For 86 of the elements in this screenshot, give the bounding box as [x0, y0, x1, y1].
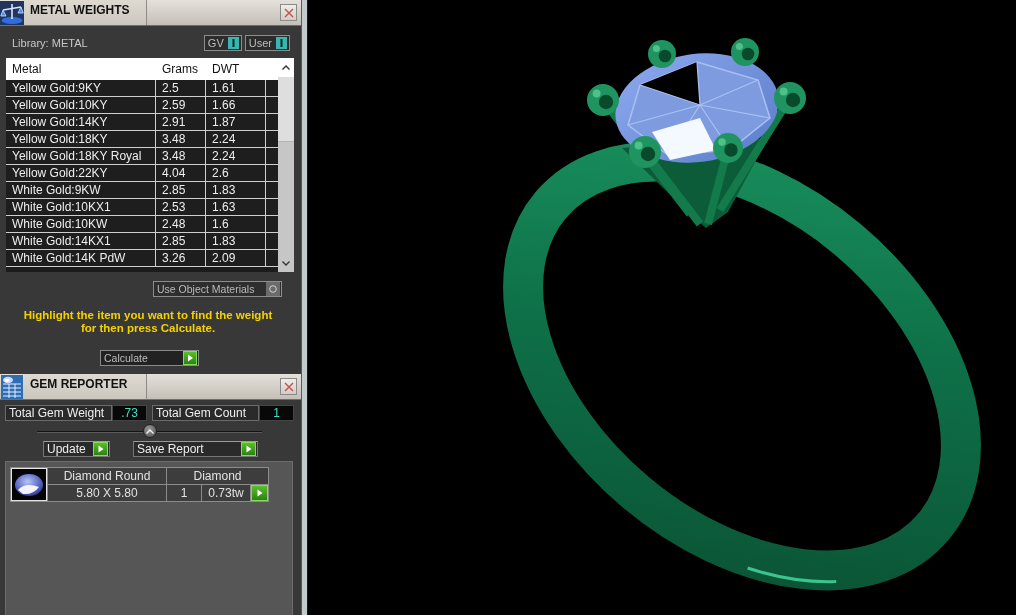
- close-button[interactable]: [280, 4, 297, 21]
- gem-size-cell: 5.80 X 5.80: [48, 485, 166, 501]
- table-cell: Yellow Gold:18KY Royal: [6, 148, 156, 164]
- table-cell: 2.59: [156, 97, 206, 113]
- close-button[interactable]: [280, 378, 297, 395]
- table-row[interactable]: Yellow Gold:10KY 2.59 1.66: [6, 97, 278, 114]
- table-cell: 2.91: [156, 114, 206, 130]
- play-icon: [183, 351, 197, 365]
- table-row[interactable]: White Gold:10KW 2.48 1.6: [6, 216, 278, 233]
- report-icon: [0, 375, 24, 399]
- table-cell: 1.83: [206, 182, 266, 198]
- table-cell: 1.63: [206, 199, 266, 215]
- scroll-up-button[interactable]: [278, 58, 294, 77]
- action-button[interactable]: Update: [43, 441, 110, 457]
- table-cell: White Gold:14KX1: [6, 233, 156, 249]
- close-icon: [283, 381, 294, 392]
- gem-count-cell: 1: [167, 485, 201, 501]
- table-cell: Yellow Gold:10KY: [6, 97, 156, 113]
- table-row[interactable]: White Gold:14K PdW 3.26 2.09: [6, 250, 278, 267]
- play-icon: [93, 442, 108, 456]
- table-cell: 2.5: [156, 80, 206, 96]
- table-cell: 1.83: [206, 233, 266, 249]
- table-cell: Yellow Gold:14KY: [6, 114, 156, 130]
- calculate-button[interactable]: Calculate: [100, 350, 199, 366]
- table-row[interactable]: White Gold:9KW 2.85 1.83: [6, 182, 278, 199]
- table-cell: 2.24: [206, 131, 266, 147]
- collapse-button[interactable]: [142, 424, 157, 438]
- table-cell: 2.85: [156, 233, 206, 249]
- library-label: Library: METAL: [12, 37, 89, 49]
- table-cell: White Gold:9KW: [6, 182, 156, 198]
- table-cell: White Gold:10KW: [6, 216, 156, 232]
- column-header: DWT: [211, 61, 241, 78]
- table-cell: 3.48: [156, 131, 206, 147]
- play-icon[interactable]: [251, 485, 268, 501]
- close-icon: [283, 7, 294, 18]
- table-cell: 1.61: [206, 80, 266, 96]
- table-cell: 3.26: [156, 250, 206, 266]
- table-cell: 4.04: [156, 165, 206, 181]
- table-cell: 1.6: [206, 216, 266, 232]
- table-cell: 2.6: [206, 165, 266, 181]
- table-cell: Yellow Gold:18KY: [6, 131, 156, 147]
- gemstone-icon: [11, 468, 47, 501]
- gem-weight-cell: 0.73tw: [202, 485, 250, 501]
- toggle-switch[interactable]: User: [244, 35, 290, 51]
- splitter-bar[interactable]: [301, 0, 308, 615]
- gem-shape-cell: Diamond Round: [48, 468, 166, 484]
- table-cell: 2.48: [156, 216, 206, 232]
- table-cell: Yellow Gold:22KY: [6, 165, 156, 181]
- total-value: 1: [259, 405, 294, 421]
- table-row[interactable]: Yellow Gold:22KY 4.04 2.6: [6, 165, 278, 182]
- table-row[interactable]: White Gold:14KX1 2.85 1.83: [6, 233, 278, 250]
- total-label: Total Gem Count: [152, 405, 259, 421]
- column-header: Grams: [161, 61, 199, 78]
- use-materials-toggle[interactable]: Use Object Materials: [153, 281, 282, 297]
- table-row[interactable]: Yellow Gold:18KY 3.48 2.24: [6, 131, 278, 148]
- balance-scale-icon: [0, 1, 24, 25]
- table-row[interactable]: Yellow Gold:18KY Royal 3.48 2.24: [6, 148, 278, 165]
- table-cell: White Gold:10KX1: [6, 199, 156, 215]
- table-cell: 2.53: [156, 199, 206, 215]
- gem-entry[interactable]: Diamond Round Diamond 5.80 X 5.80 1 0.73tw: [10, 467, 269, 502]
- caret-up-icon: [282, 65, 290, 70]
- scrollbar-track[interactable]: [278, 58, 294, 272]
- table-cell: 2.09: [206, 250, 266, 266]
- table-cell: 2.24: [206, 148, 266, 164]
- gem-type-cell: Diamond: [167, 468, 268, 484]
- scrollbar-thumb[interactable]: [278, 77, 294, 142]
- total-label: Total Gem Weight: [5, 405, 112, 421]
- total-value: .73: [112, 405, 147, 421]
- caret-up-icon: [145, 428, 154, 434]
- action-button[interactable]: Save Report: [133, 441, 258, 457]
- panel-title: METAL WEIGHTS: [24, 0, 147, 25]
- table-row[interactable]: White Gold:10KX1 2.53 1.63: [6, 199, 278, 216]
- table-cell: White Gold:14K PdW: [6, 250, 156, 266]
- toggle-switch[interactable]: GV: [203, 35, 242, 51]
- table-cell: 3.48: [156, 148, 206, 164]
- table-row[interactable]: Yellow Gold:14KY 2.91 1.87: [6, 114, 278, 131]
- table-cell: 2.85: [156, 182, 206, 198]
- panel-title: GEM REPORTER: [24, 374, 147, 399]
- instruction-text: Highlight the item you want to find the weight for then press Calculate.: [22, 309, 274, 335]
- table-cell: 1.87: [206, 114, 266, 130]
- caret-down-icon: [282, 260, 290, 266]
- column-header: Metal: [11, 61, 43, 78]
- table-row[interactable]: Yellow Gold:9KY 2.5 1.61: [6, 80, 278, 97]
- table-cell: Yellow Gold:9KY: [6, 80, 156, 96]
- play-icon: [241, 442, 256, 456]
- table-cell: 1.66: [206, 97, 266, 113]
